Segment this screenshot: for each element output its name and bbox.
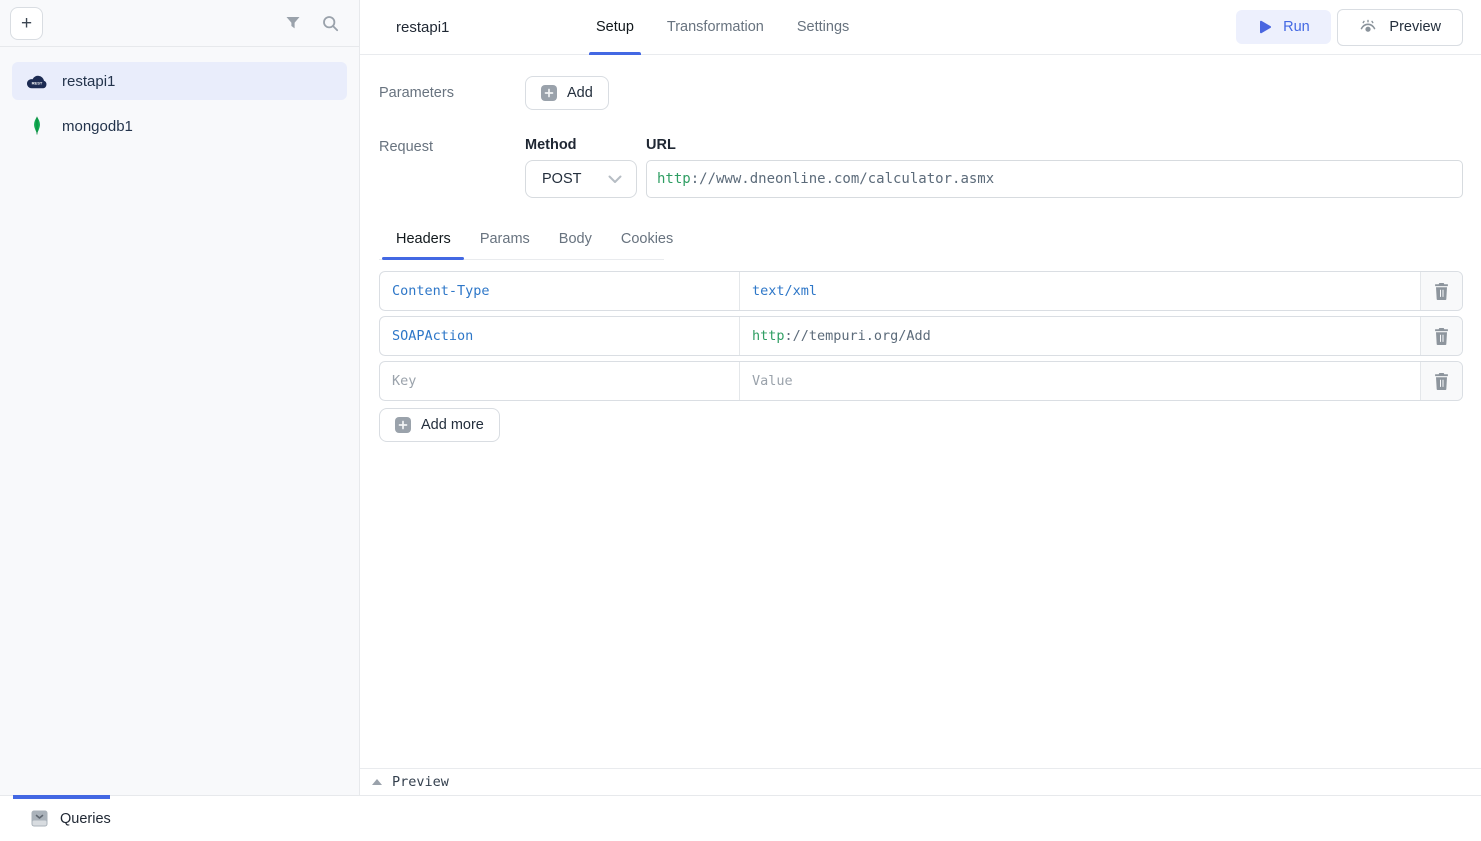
query-item-label: mongodb1 [62, 118, 133, 135]
add-more-button[interactable]: Add more [379, 408, 500, 442]
app: + REST restapi1 [0, 0, 1481, 795]
header-key-field[interactable]: Content-Type [380, 272, 740, 310]
add-more-section: Add more [379, 408, 1463, 442]
chevron-down-icon [608, 175, 622, 184]
queries-panel-tab[interactable]: Queries [31, 810, 111, 827]
request-section: Request Method POST URL http://www.dneon… [379, 137, 1463, 198]
query-editor: restapi1 Setup Transformation Settings R… [360, 0, 1481, 795]
sidebar-toolbar: + [0, 0, 359, 47]
delete-header-row-button[interactable] [1421, 272, 1462, 310]
parameters-label: Parameters [379, 85, 525, 101]
tab-transformation[interactable]: Transformation [667, 0, 764, 54]
method-select[interactable]: POST [525, 160, 637, 198]
editor-tabs: Setup Transformation Settings [596, 0, 849, 54]
queries-active-indicator [13, 795, 110, 799]
subtab-body[interactable]: Body [559, 231, 592, 259]
play-icon [1258, 20, 1272, 34]
header-key-field[interactable]: SOAPAction [380, 317, 740, 355]
header-key-input[interactable] [392, 373, 727, 389]
mongodb-leaf-icon [26, 116, 48, 136]
subtab-cookies[interactable]: Cookies [621, 231, 673, 259]
add-parameter-button[interactable]: Add [525, 76, 609, 110]
method-field: Method POST [525, 137, 637, 198]
header-value-scheme: http [752, 328, 785, 344]
app-footer: Queries [0, 795, 1481, 841]
header-value-input[interactable] [752, 373, 1408, 389]
add-query-button[interactable]: + [10, 7, 43, 40]
method-label: Method [525, 137, 637, 153]
svg-text:REST: REST [32, 80, 43, 85]
query-editor-header: restapi1 Setup Transformation Settings R… [360, 0, 1481, 55]
header-value-field[interactable]: text/xml [740, 272, 1421, 310]
subtab-params[interactable]: Params [480, 231, 530, 259]
query-item-label: restapi1 [62, 73, 115, 90]
add-parameter-label: Add [567, 85, 593, 101]
preview-panel-toggle[interactable]: Preview [360, 768, 1481, 795]
datasource-sidebar: + REST restapi1 [0, 0, 360, 795]
rest-api-cloud-icon: REST [26, 74, 48, 89]
queries-panel-icon [31, 810, 48, 827]
triangle-up-icon [372, 779, 382, 785]
editor-actions: Run Preview [1236, 9, 1463, 46]
query-list: REST restapi1 mongodb1 [0, 47, 359, 160]
setup-panel: Parameters Add Request Method POST [360, 55, 1481, 768]
trash-icon [1434, 283, 1449, 300]
tab-setup[interactable]: Setup [596, 0, 634, 54]
header-row: Content-Type text/xml [379, 271, 1463, 311]
plus-square-icon [395, 417, 411, 433]
headers-table: Content-Type text/xml SOAPAction http://… [379, 271, 1463, 401]
preview-panel-label: Preview [392, 774, 449, 790]
parameters-section: Parameters Add [379, 76, 1463, 110]
header-row: SOAPAction http://tempuri.org/Add [379, 316, 1463, 356]
filter-icon[interactable] [285, 15, 301, 31]
query-title: restapi1 [396, 19, 458, 36]
delete-header-row-button[interactable] [1421, 362, 1462, 400]
url-input[interactable]: http://www.dneonline.com/calculator.asmx [646, 160, 1463, 198]
header-row-empty [379, 361, 1463, 401]
subtab-headers[interactable]: Headers [396, 231, 451, 259]
preview-button-label: Preview [1389, 19, 1441, 35]
run-button-label: Run [1283, 19, 1310, 35]
add-more-label: Add more [421, 417, 484, 433]
sidebar-toolbar-icons [285, 15, 339, 32]
query-list-item-mongodb1[interactable]: mongodb1 [12, 107, 347, 145]
queries-panel-label: Queries [60, 811, 111, 827]
eye-icon [1359, 19, 1377, 35]
url-rest: ://www.dneonline.com/calculator.asmx [691, 171, 994, 187]
header-value-rest: ://tempuri.org/Add [785, 328, 931, 344]
search-icon[interactable] [322, 15, 339, 32]
delete-header-row-button[interactable] [1421, 317, 1462, 355]
url-field: URL http://www.dneonline.com/calculator.… [646, 137, 1463, 198]
plus-square-icon [541, 85, 557, 101]
query-list-item-restapi1[interactable]: REST restapi1 [12, 62, 347, 100]
header-key-field[interactable] [380, 362, 740, 400]
tab-settings[interactable]: Settings [797, 0, 849, 54]
trash-icon [1434, 328, 1449, 345]
header-value-field[interactable] [740, 362, 1421, 400]
request-subtabs: Headers Params Body Cookies [379, 231, 664, 260]
request-label: Request [379, 137, 525, 198]
preview-button[interactable]: Preview [1337, 9, 1463, 46]
header-value-field[interactable]: http://tempuri.org/Add [740, 317, 1421, 355]
url-label: URL [646, 137, 1463, 153]
run-button[interactable]: Run [1236, 10, 1331, 44]
trash-icon [1434, 373, 1449, 390]
method-value: POST [542, 171, 581, 187]
url-scheme: http [657, 171, 691, 187]
